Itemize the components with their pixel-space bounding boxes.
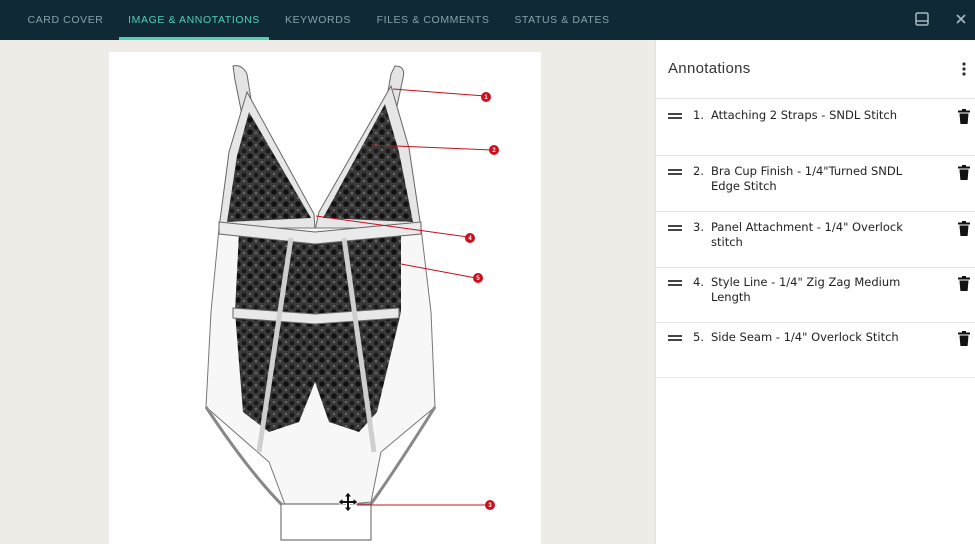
garment-sketch: 1 2 4 5 3	[204, 65, 499, 541]
annotation-text: 5. Side Seam - 1/4" Overlock Stitch	[693, 330, 899, 344]
drag-handle-icon[interactable]	[668, 169, 682, 177]
annotation-text: 3. Panel Attachment - 1/4" Overlock stitc…	[693, 220, 903, 249]
tab-image-annotations[interactable]: IMAGE & ANNOTATIONS	[119, 0, 269, 40]
trash-icon[interactable]	[958, 276, 970, 291]
annotation-text: 1. Attaching 2 Straps - SNDL Stitch	[693, 108, 898, 122]
annotation-text: 4. Style Line - 1/4" Zig Zag Medium Lengt…	[693, 275, 901, 304]
trash-icon[interactable]	[958, 165, 970, 180]
drag-handle-icon[interactable]	[668, 335, 682, 343]
annotation-item[interactable]: 1. Attaching 2 Straps - SNDL Stitch	[656, 100, 975, 156]
tab-files-comments[interactable]: FILES & COMMENTS	[370, 0, 496, 40]
annotation-item[interactable]: 5. Side Seam - 1/4" Overlock Stitch	[656, 322, 975, 378]
annotation-item[interactable]: 2. Bra Cup Finish - 1/4"Turned SNDL Edge …	[656, 156, 975, 212]
kebab-menu-icon[interactable]	[958, 60, 970, 78]
annotation-text: 2. Bra Cup Finish - 1/4"Turned SNDL Edge …	[693, 164, 903, 193]
close-icon[interactable]	[952, 10, 970, 28]
annotation-item[interactable]: 3. Panel Attachment - 1/4" Overlock stitc…	[656, 212, 975, 268]
image-canvas: 1 2 4 5 3	[0, 40, 655, 544]
annotations-panel: Annotations 1. Attaching 2 Straps - SNDL …	[655, 40, 975, 544]
trash-icon[interactable]	[958, 109, 970, 124]
annotation-item[interactable]: 4. Style Line - 1/4" Zig Zag Medium Lengt…	[656, 267, 975, 323]
tab-card-cover[interactable]: CARD COVER	[18, 0, 113, 40]
tab-status-dates[interactable]: STATUS & DATES	[508, 0, 616, 40]
panel-header: Annotations	[656, 40, 975, 99]
trash-icon[interactable]	[958, 331, 970, 346]
trash-icon[interactable]	[958, 221, 970, 236]
drag-handle-icon[interactable]	[668, 225, 682, 233]
garment-image-card: 1 2 4 5 3	[109, 52, 541, 544]
drag-handle-icon[interactable]	[668, 280, 682, 288]
tab-keywords[interactable]: KEYWORDS	[278, 0, 358, 40]
save-icon[interactable]	[913, 10, 931, 28]
panel-title: Annotations	[668, 60, 751, 77]
top-tab-bar: CARD COVER IMAGE & ANNOTATIONS KEYWORDS …	[0, 0, 975, 40]
drag-handle-icon[interactable]	[668, 113, 682, 121]
